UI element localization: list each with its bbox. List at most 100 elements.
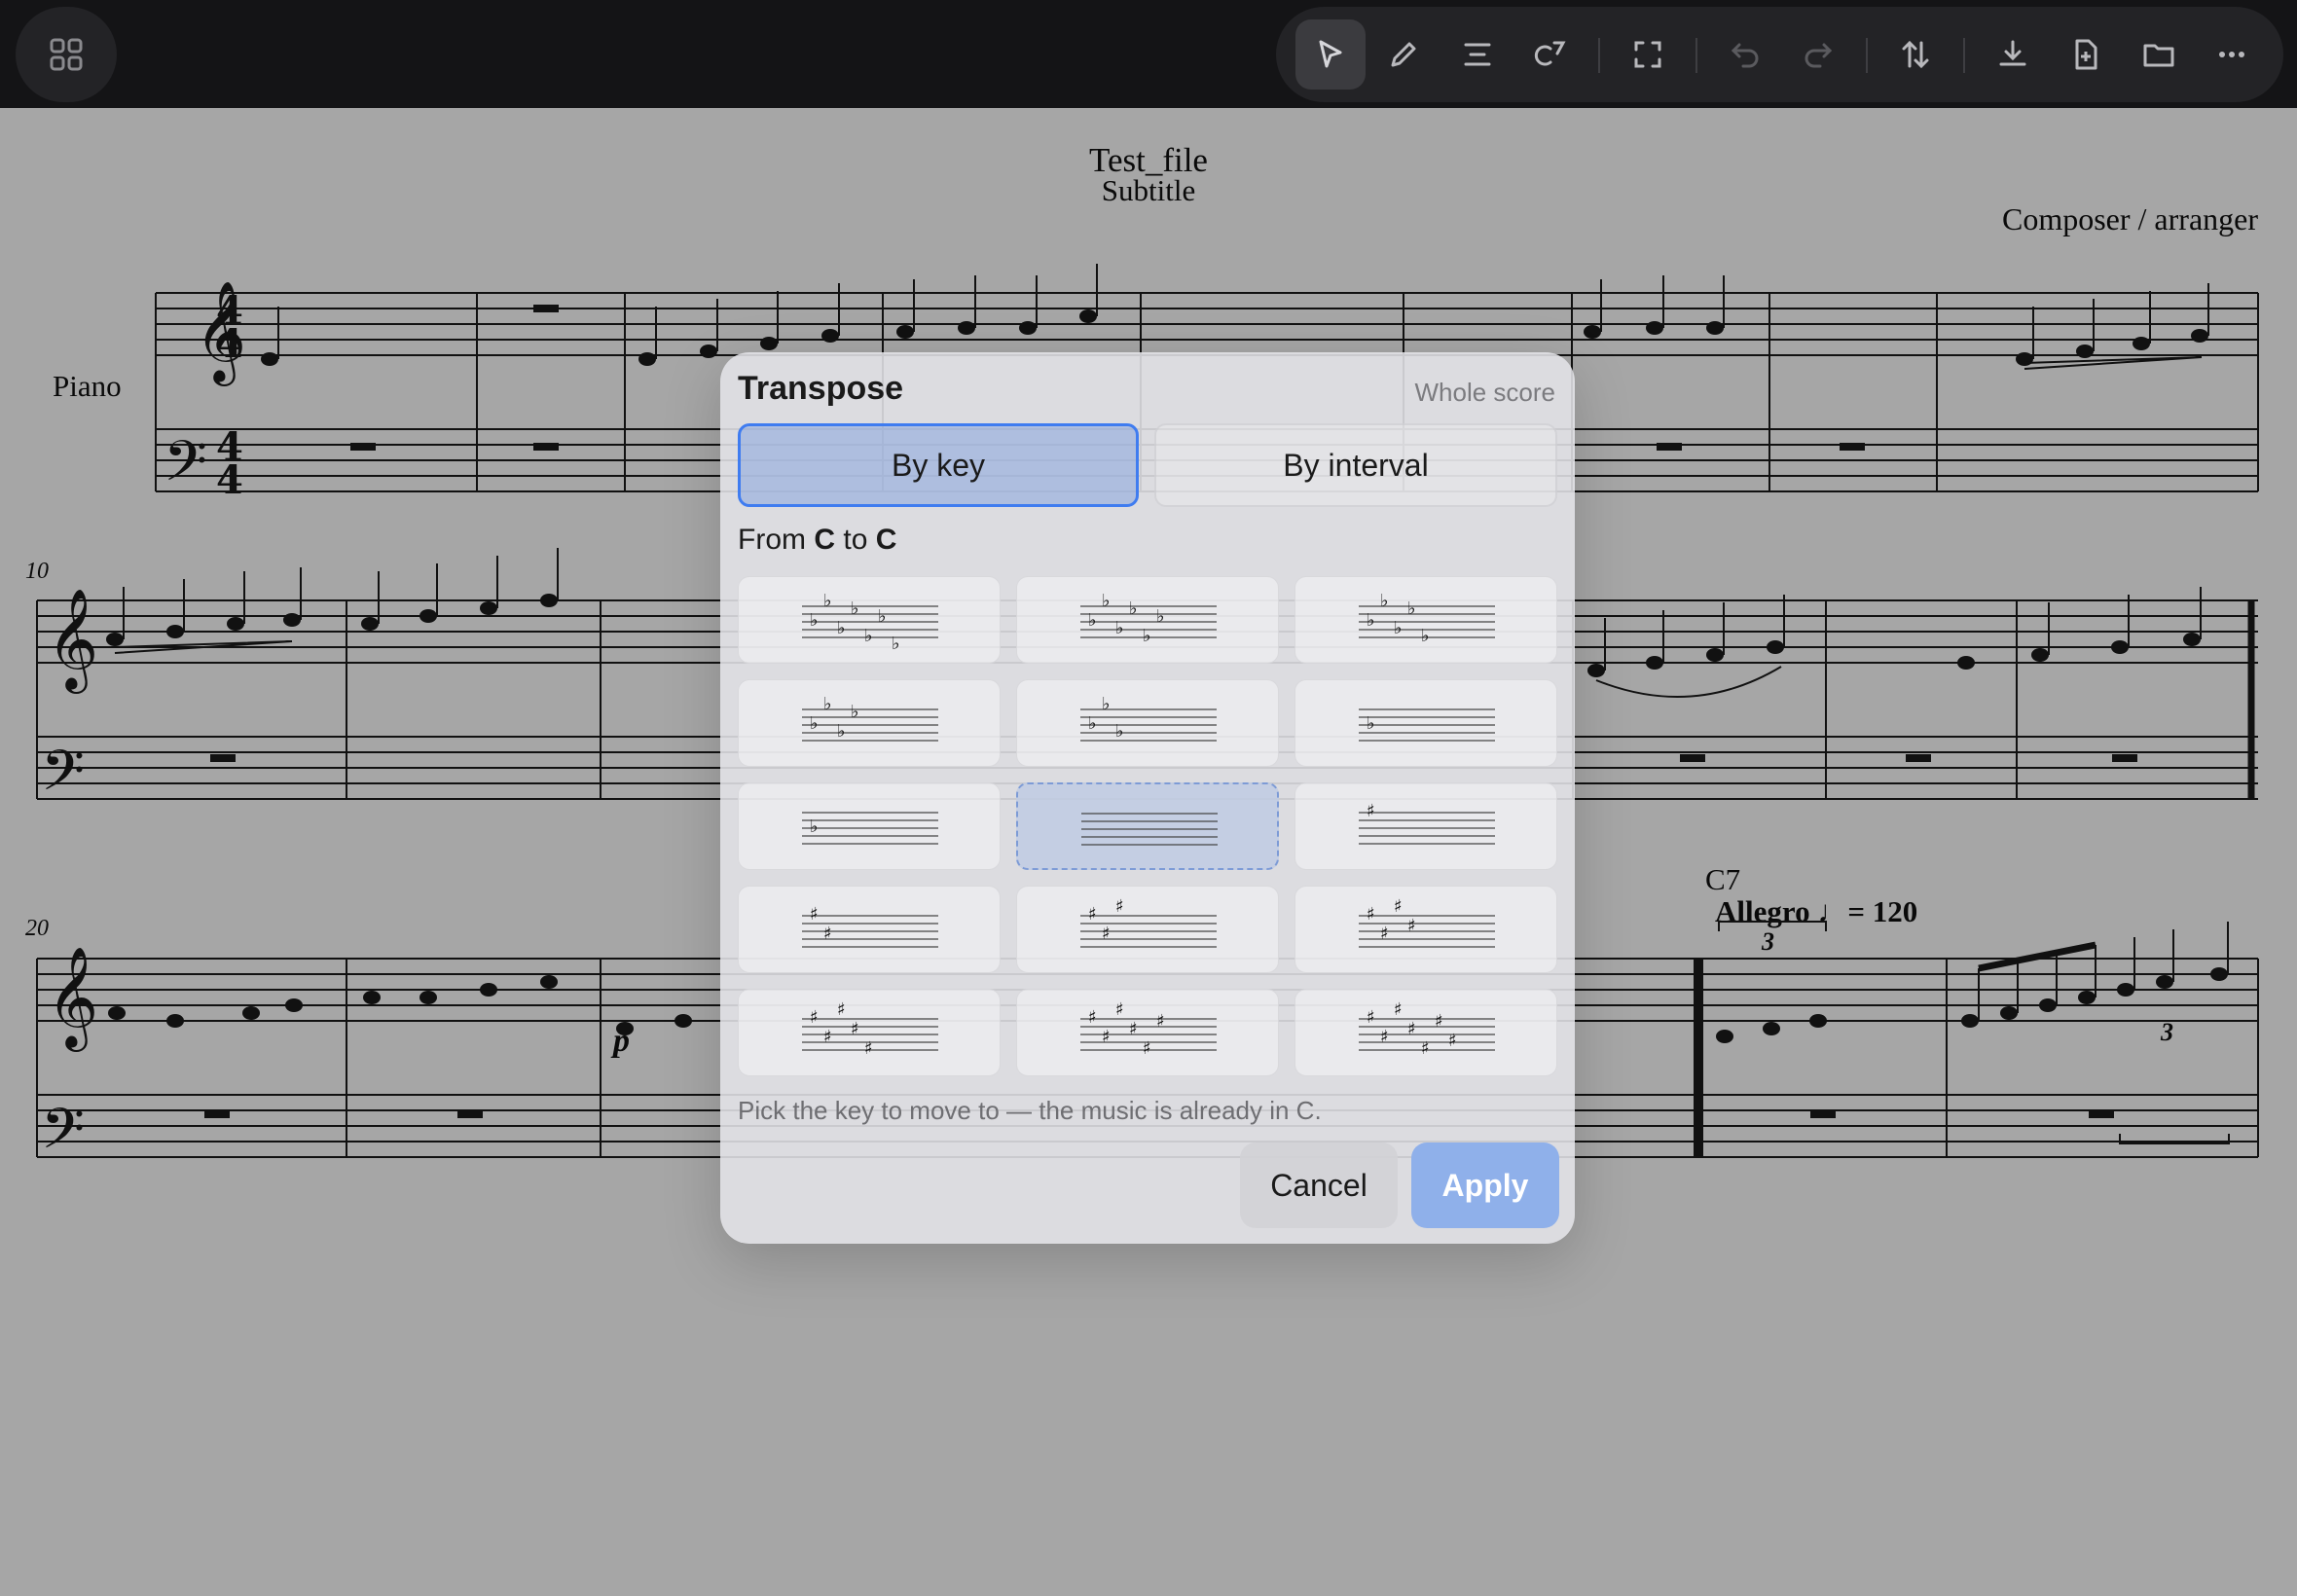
more-button[interactable] <box>2197 19 2267 90</box>
flat-icon: ♭ <box>1129 598 1138 619</box>
flat-icon: ♭ <box>810 610 819 631</box>
flat-icon: ♭ <box>823 591 832 611</box>
redo-button[interactable] <box>1783 19 1853 90</box>
key-signature-staff: ♭♭♭♭♭♭♭ <box>802 591 938 654</box>
flat-icon: ♭ <box>837 721 846 742</box>
sharp-icon: ♯ <box>1156 1011 1165 1032</box>
transpose-arrows-icon <box>1902 40 1929 69</box>
key-signature-option[interactable]: ♭ <box>1294 679 1557 767</box>
redo-icon <box>1805 43 1833 68</box>
fullscreen-tool-button[interactable] <box>1613 19 1683 90</box>
chord-c7-icon <box>1534 41 1566 66</box>
toolbar-divider <box>1695 38 1697 73</box>
flat-icon: ♭ <box>1115 618 1124 638</box>
sharp-icon: ♯ <box>1380 1027 1389 1047</box>
flat-icon: ♭ <box>1380 591 1389 611</box>
key-signature-staff: ♭♭♭♭ <box>802 694 938 742</box>
flat-icon: ♭ <box>878 606 887 627</box>
tab-by-interval[interactable]: By interval <box>1154 423 1557 507</box>
flat-icon: ♭ <box>851 598 859 619</box>
flat-icon: ♭ <box>1367 610 1375 631</box>
bass-clef-icon: 𝄢 <box>164 428 207 508</box>
folder-icon <box>2143 44 2174 67</box>
download-button[interactable] <box>1978 19 2048 90</box>
flat-icon: ♭ <box>1088 713 1097 734</box>
key-signature-option[interactable]: ♭ ♭ ♭ ♭ <box>738 679 1001 767</box>
cancel-button[interactable]: Cancel <box>1240 1143 1398 1228</box>
tab-by-key[interactable]: By key <box>738 423 1139 507</box>
cursor-icon <box>1319 40 1342 68</box>
flat-icon: ♭ <box>892 634 900 654</box>
treble-clef-icon: 𝄞 <box>47 588 98 694</box>
key-signature-option[interactable]: ♯ ♯ ♯ <box>1016 886 1279 973</box>
flat-icon: ♭ <box>1143 626 1151 646</box>
sharp-icon: ♯ <box>851 1019 859 1039</box>
flat-icon: ♭ <box>1394 618 1403 638</box>
flat-icon: ♭ <box>1088 610 1097 631</box>
key-signature-staff: ♯♯ <box>802 904 938 948</box>
key-signature-staff: ♯♯♯ <box>1080 896 1217 948</box>
sharp-icon: ♯ <box>1115 999 1124 1020</box>
apply-button[interactable]: Apply <box>1411 1143 1559 1228</box>
sharp-icon: ♯ <box>1367 904 1375 925</box>
sharp-icon: ♯ <box>810 904 819 925</box>
key-signature-option[interactable]: ♭ <box>738 782 1001 870</box>
key-signature-staff: ♯♯♯♯♯♯ <box>1080 999 1217 1059</box>
key-signature-option[interactable]: ♯ ♯ <box>738 886 1001 973</box>
bass-clef-icon: 𝄢 <box>41 1096 85 1176</box>
flat-icon: ♭ <box>823 694 832 714</box>
key-signature-option[interactable]: ♯ ♯ ♯ ♯ ♯ ♯ <box>1016 989 1279 1076</box>
key-signature-staff: ♭♭♭ <box>1080 694 1217 742</box>
key-signature-option[interactable]: ♭ ♭ ♭ ♭ ♭ ♭ ♭ <box>738 576 1001 664</box>
key-signature-staff: ♭♭♭♭♭ <box>1359 591 1495 646</box>
grid-icon <box>50 38 83 71</box>
chord-tool-button[interactable] <box>1515 19 1586 90</box>
align-center-icon <box>1464 43 1491 66</box>
expand-icon <box>1634 41 1661 68</box>
align-tool-button[interactable] <box>1442 19 1513 90</box>
sharp-icon: ♯ <box>1394 999 1403 1020</box>
key-signature-staff: ♭♭♭♭♭♭ <box>1080 591 1217 646</box>
sharp-icon: ♯ <box>1380 924 1389 944</box>
toolbar <box>1276 7 2283 102</box>
key-signature-option[interactable]: ♭ ♭ ♭ ♭ ♭ <box>1294 576 1557 664</box>
download-icon <box>1999 40 2026 66</box>
sharp-icon: ♯ <box>1435 1011 1443 1032</box>
sharp-icon: ♯ <box>823 1027 832 1047</box>
flat-icon: ♭ <box>837 618 846 638</box>
select-tool-button[interactable] <box>1295 19 1366 90</box>
key-signature-staff: ♭ <box>1359 708 1495 742</box>
flat-icon: ♭ <box>1156 606 1165 627</box>
key-signature-option[interactable] <box>1016 782 1279 870</box>
undo-button[interactable] <box>1710 19 1780 90</box>
key-signature-option[interactable]: ♯ ♯ ♯ ♯ ♯ ♯ ♯ <box>1294 989 1557 1076</box>
to-key: C <box>875 524 897 556</box>
top-bar <box>0 0 2297 108</box>
key-signature-option[interactable]: ♭ ♭ ♭ <box>1016 679 1279 767</box>
new-file-button[interactable] <box>2051 19 2121 90</box>
sharp-icon: ♯ <box>1088 904 1097 925</box>
key-signature-option[interactable]: ♯ ♯ ♯ ♯ ♯ <box>738 989 1001 1076</box>
flat-icon: ♭ <box>1102 694 1111 714</box>
sharp-icon: ♯ <box>1421 1038 1430 1059</box>
dialog-title: Transpose <box>738 370 904 407</box>
sharp-icon: ♯ <box>1367 1007 1375 1028</box>
flat-icon: ♭ <box>1115 721 1124 742</box>
open-folder-button[interactable] <box>2124 19 2194 90</box>
key-signature-option[interactable]: ♯ <box>1294 782 1557 870</box>
apps-button[interactable] <box>16 7 117 102</box>
key-signature-option[interactable]: ♭ ♭ ♭ ♭ ♭ ♭ <box>1016 576 1279 664</box>
sharp-icon: ♯ <box>1448 1031 1457 1051</box>
pencil-tool-button[interactable] <box>1368 19 1439 90</box>
flat-icon: ♭ <box>1102 591 1111 611</box>
transpose-button[interactable] <box>1880 19 1951 90</box>
flat-icon: ♭ <box>864 626 873 646</box>
pencil-icon <box>1391 42 1416 67</box>
key-signature-option[interactable]: ♯ ♯ ♯ ♯ <box>1294 886 1557 973</box>
flat-icon: ♭ <box>1367 713 1375 734</box>
bass-clef-icon: 𝄢 <box>41 738 85 817</box>
undo-icon <box>1731 43 1759 68</box>
sharp-icon: ♯ <box>1102 924 1111 944</box>
sharp-icon: ♯ <box>864 1038 873 1059</box>
flat-icon: ♭ <box>810 713 819 734</box>
